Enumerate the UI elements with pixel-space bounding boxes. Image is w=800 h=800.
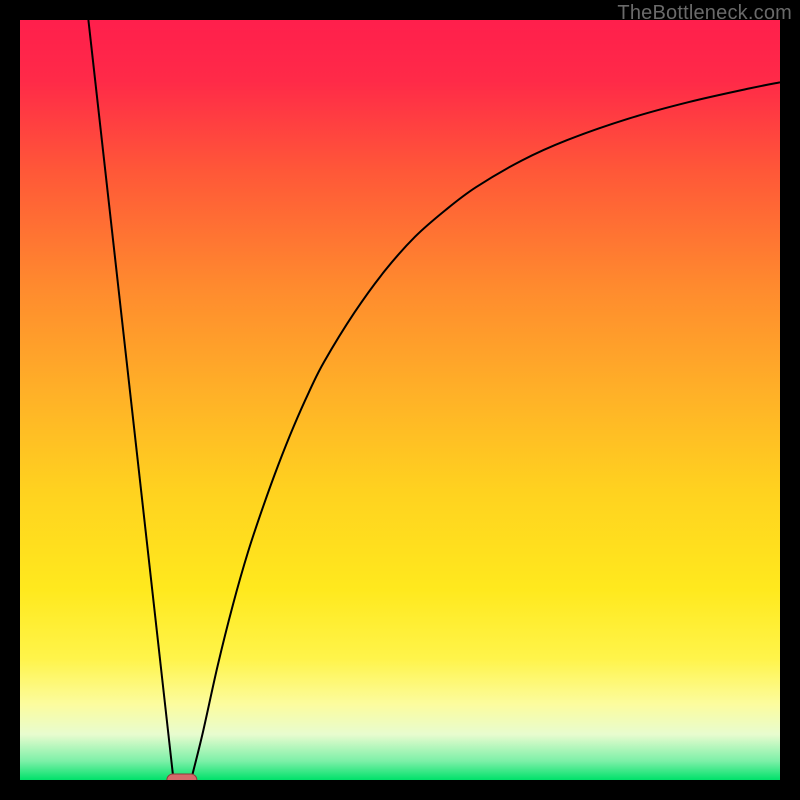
chart-frame: TheBottleneck.com (0, 0, 800, 800)
chart-background (20, 20, 780, 780)
chart-svg (20, 20, 780, 780)
bottleneck-marker (167, 774, 197, 780)
